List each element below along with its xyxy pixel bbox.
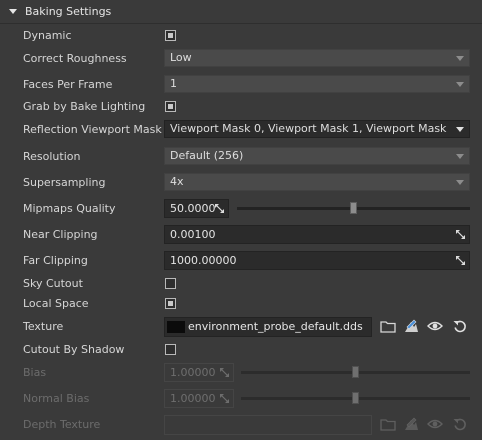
mipmaps-quality-value: 50.0000: [170, 202, 216, 215]
resolution-label: Resolution: [23, 150, 81, 163]
row-grab-by-bake-lighting: Grab by Bake Lighting: [0, 95, 482, 119]
supersampling-label: Supersampling: [23, 176, 106, 189]
far-clipping-label: Far Clipping: [23, 254, 88, 267]
normal-bias-input: 1.00000: [164, 389, 234, 408]
mipmaps-quality-slider-thumb[interactable]: [349, 202, 357, 214]
row-normal-bias: Normal Bias 1.00000: [0, 387, 482, 411]
dropdown-arrow-icon: [456, 82, 464, 87]
sky-cutout-checkbox[interactable]: [165, 278, 176, 289]
near-clipping-label: Near Clipping: [23, 228, 98, 241]
texture-label: Texture: [23, 320, 64, 333]
dynamic-label: Dynamic: [23, 29, 72, 42]
dropdown-arrow-icon: [456, 127, 464, 132]
row-local-space: Local Space: [0, 292, 482, 316]
edit-image-icon[interactable]: [403, 318, 419, 334]
eye-icon: [427, 419, 443, 429]
resize-arrows-icon[interactable]: [455, 229, 466, 240]
resize-arrows-icon[interactable]: [214, 203, 225, 214]
faces-per-frame-select[interactable]: 1: [164, 75, 470, 93]
row-depth-texture: Depth Texture: [0, 413, 482, 437]
normal-bias-label: Normal Bias: [23, 392, 90, 405]
depth-texture-field: [164, 415, 372, 435]
local-space-label: Local Space: [23, 297, 89, 310]
texture-filename: environment_probe_default.dds: [188, 320, 363, 333]
cutout-by-shadow-label: Cutout By Shadow: [23, 343, 125, 356]
faces-per-frame-value: 1: [170, 77, 177, 90]
resize-arrows-icon: [219, 367, 230, 378]
dynamic-checkbox[interactable]: [165, 30, 176, 41]
reflection-viewport-mask-value: Viewport Mask 0, Viewport Mask 1, Viewpo…: [170, 122, 450, 135]
supersampling-select[interactable]: 4x: [164, 173, 470, 191]
reflection-viewport-mask-select[interactable]: Viewport Mask 0, Viewport Mask 1, Viewpo…: [164, 120, 470, 138]
row-cutout-by-shadow: Cutout By Shadow: [0, 338, 482, 362]
expand-triangle-icon[interactable]: [9, 8, 17, 14]
resize-arrows-icon: [219, 393, 230, 404]
correct-roughness-label: Correct Roughness: [23, 52, 127, 65]
reset-icon[interactable]: [452, 318, 468, 334]
correct-roughness-value: Low: [170, 51, 192, 64]
folder-icon: [380, 419, 396, 431]
resize-arrows-icon[interactable]: [455, 255, 466, 266]
grab-by-bake-lighting-checkbox[interactable]: [165, 101, 176, 112]
row-far-clipping: Far Clipping 1000.00000: [0, 249, 482, 273]
row-correct-roughness: Correct Roughness Low: [0, 47, 482, 71]
row-resolution: Resolution Default (256): [0, 145, 482, 169]
row-texture: Texture environment_probe_default.dds: [0, 315, 482, 339]
folder-icon[interactable]: [380, 318, 396, 334]
dropdown-arrow-icon: [456, 154, 464, 159]
dropdown-arrow-icon: [456, 180, 464, 185]
near-clipping-value: 0.00100: [170, 228, 216, 241]
bias-input: 1.00000: [164, 363, 234, 382]
section-title: Baking Settings: [25, 4, 112, 18]
bias-value: 1.00000: [170, 366, 216, 379]
faces-per-frame-label: Faces Per Frame: [23, 78, 113, 91]
row-mipmaps-quality: Mipmaps Quality 50.0000: [0, 197, 482, 221]
reset-icon: [453, 418, 466, 431]
row-bias: Bias 1.00000: [0, 361, 482, 385]
supersampling-value: 4x: [170, 175, 184, 188]
row-reflection-viewport-mask: Reflection Viewport Mask Viewport Mask 0…: [0, 118, 482, 142]
texture-field[interactable]: environment_probe_default.dds: [164, 317, 372, 337]
edit-image-icon: [405, 417, 418, 430]
mipmaps-quality-label: Mipmaps Quality: [23, 202, 116, 215]
resolution-value: Default (256): [170, 149, 244, 162]
mipmaps-quality-input[interactable]: 50.0000: [164, 199, 229, 218]
depth-texture-label: Depth Texture: [23, 418, 101, 431]
local-space-checkbox[interactable]: [165, 298, 176, 309]
normal-bias-value: 1.00000: [170, 392, 216, 405]
far-clipping-input[interactable]: 1000.00000: [164, 251, 470, 270]
near-clipping-input[interactable]: 0.00100: [164, 225, 470, 244]
correct-roughness-select[interactable]: Low: [164, 49, 470, 67]
grab-by-bake-lighting-label: Grab by Bake Lighting: [23, 100, 146, 113]
bias-label: Bias: [23, 366, 47, 379]
row-near-clipping: Near Clipping 0.00100: [0, 223, 482, 247]
normal-bias-slider-thumb: [351, 392, 359, 404]
far-clipping-value: 1000.00000: [170, 254, 237, 267]
eye-icon[interactable]: [427, 318, 443, 334]
cutout-by-shadow-checkbox[interactable]: [165, 344, 176, 355]
texture-thumbnail: [167, 321, 185, 333]
row-supersampling: Supersampling 4x: [0, 171, 482, 195]
dropdown-arrow-icon: [456, 56, 464, 61]
bias-slider-thumb: [351, 366, 359, 378]
reflection-viewport-mask-label: Reflection Viewport Mask: [23, 123, 162, 136]
row-faces-per-frame: Faces Per Frame 1: [0, 73, 482, 97]
row-dynamic: Dynamic: [0, 24, 482, 48]
section-header[interactable]: Baking Settings: [0, 0, 482, 22]
resolution-select[interactable]: Default (256): [164, 147, 470, 165]
